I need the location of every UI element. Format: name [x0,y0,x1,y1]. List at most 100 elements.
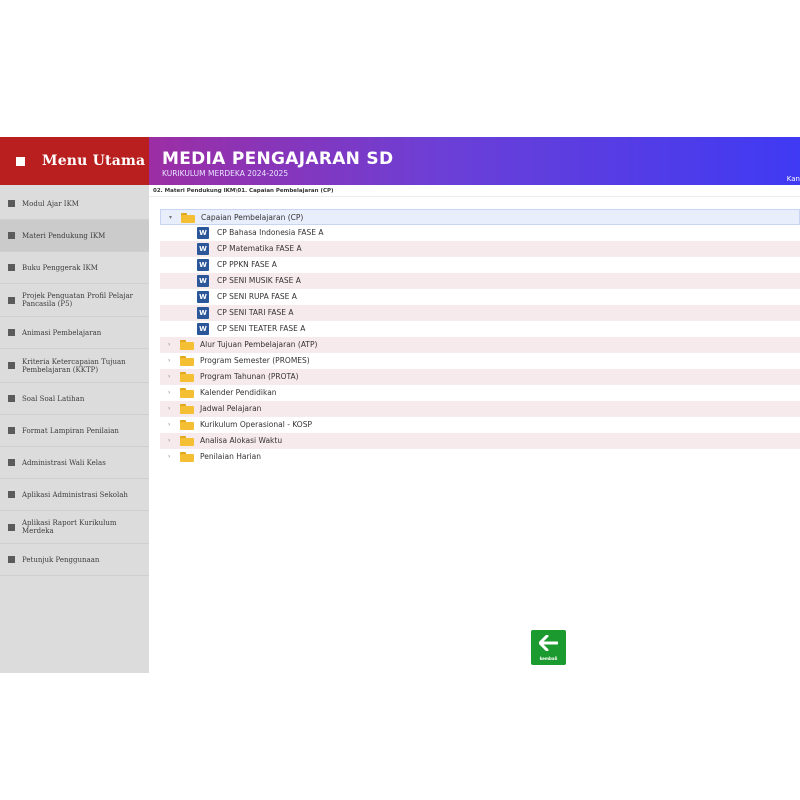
folder-icon [180,372,194,382]
square-bullet-icon [8,523,15,531]
triangle-right-icon[interactable]: › [168,421,170,428]
breadcrumb: 02. Materi Pendukung IKM\01. Capaian Pem… [153,188,334,194]
square-bullet-icon [8,362,15,369]
tree-file[interactable]: W CP Bahasa Indonesia FASE A [160,225,800,241]
tree-folder[interactable]: › Kalender Pendidikan [160,385,800,401]
triangle-right-icon[interactable]: › [168,357,170,364]
tree-folder[interactable]: › Alur Tujuan Pembelajaran (ATP) [160,337,800,353]
folder-icon [180,420,194,430]
tree-item-label: Jadwal Pelajaran [200,404,262,413]
tree-folder[interactable]: › Program Semester (PROMES) [160,353,800,369]
sidebar-item[interactable]: Animasi Pembelajaran [0,317,149,349]
tree-folder[interactable]: › Kurikulum Operasional - KOSP [160,417,800,433]
triangle-right-icon[interactable]: › [168,341,170,348]
sidebar-item[interactable]: Materi Pendukung IKM [0,220,149,252]
folder-icon [180,356,194,366]
sidebar-item-label: Buku Penggerak IKM [22,263,98,272]
sidebar-item[interactable]: Buku Penggerak IKM [0,252,149,284]
sidebar-item-label: Kriteria Ketercapaian Tujuan Pembelajara… [22,357,126,374]
tree-file[interactable]: W CP PPKN FASE A [160,257,800,273]
tree-item-label: CP PPKN FASE A [217,260,277,269]
sidebar-item[interactable]: Aplikasi Administrasi Sekolah [0,479,149,511]
square-bullet-icon [8,427,15,434]
triangle-right-icon[interactable]: › [168,437,170,444]
app-subtitle: KURIKULUM MERDEKA 2024-2025 [162,169,289,178]
square-bullet-icon [8,329,15,336]
back-button-label: kembali [539,656,558,661]
square-bullet-icon [8,232,15,239]
tree-item-label: CP SENI MUSIK FASE A [217,276,301,285]
tree-item-label: CP SENI TARI FASE A [217,308,294,317]
word-doc-icon: W [197,275,209,287]
tree-item-label: Kalender Pendidikan [200,388,277,397]
sidebar-item[interactable]: Kriteria Ketercapaian Tujuan Pembelajara… [0,349,149,383]
folder-icon [180,452,194,462]
menu-title: Menu Utama [42,153,146,169]
sidebar-item[interactable]: Administrasi Wali Kelas [0,447,149,479]
tree-file[interactable]: W CP Matematika FASE A [160,241,800,257]
tree-folder[interactable]: › Jadwal Pelajaran [160,401,800,417]
back-button[interactable]: kembali [531,630,566,665]
file-tree: ▾ Capaian Pembelajaran (CP) W CP Bahasa Ind… [160,209,800,465]
sidebar-item[interactable]: Petunjuk Penggunaan [0,544,149,576]
app-header: MEDIA PENGAJARAN SD KURIKULUM MERDEKA 20… [149,137,800,185]
sidebar-item[interactable]: Aplikasi Raport Kurikulum Merdeka [0,511,149,544]
triangle-right-icon[interactable]: › [168,405,170,412]
breadcrumb-divider [149,196,800,197]
folder-icon [180,436,194,446]
tree-folder[interactable]: › Program Tahunan (PROTA) [160,369,800,385]
tree-folder-expanded[interactable]: ▾ Capaian Pembelajaran (CP) [160,209,800,225]
sidebar-item[interactable]: Modul Ajar IKM [0,188,149,220]
sidebar-item-label: Petunjuk Penggunaan [22,555,100,564]
tree-item-label: Capaian Pembelajaran (CP) [201,213,304,222]
tree-item-label: CP Matematika FASE A [217,244,302,253]
square-bullet-icon [8,491,15,498]
square-bullet-icon [8,200,15,207]
sidebar-item-label: Administrasi Wali Kelas [22,458,106,467]
triangle-down-icon[interactable]: ▾ [169,214,172,221]
triangle-right-icon[interactable]: › [168,453,170,460]
square-bullet-icon [8,395,15,402]
tree-file[interactable]: W CP SENI MUSIK FASE A [160,273,800,289]
sidebar-item[interactable]: Projek Penguatan Profil Pelajar Pancasil… [0,284,149,317]
word-doc-icon: W [197,227,209,239]
folder-icon [180,340,194,350]
sidebar-item-label: Aplikasi Administrasi Sekolah [22,490,128,499]
tree-item-label: Program Semester (PROMES) [200,356,310,365]
tree-file[interactable]: W CP SENI TARI FASE A [160,305,800,321]
triangle-right-icon[interactable]: › [168,373,170,380]
tree-folder[interactable]: › Analisa Alokasi Waktu [160,433,800,449]
menu-square-icon [16,156,25,166]
sidebar-item[interactable]: Soal Soal Latihan [0,383,149,415]
folder-icon [181,213,195,223]
sidebar-item-label: Materi Pendukung IKM [22,231,106,240]
word-doc-icon: W [197,307,209,319]
tree-folder[interactable]: › Penilaian Harian [160,449,800,465]
square-bullet-icon [8,264,15,271]
sidebar-menu: Modul Ajar IKM Materi Pendukung IKM Buku P… [0,188,149,576]
sidebar-item[interactable]: Format Lampiran Penilaian [0,415,149,447]
tree-item-label: CP Bahasa Indonesia FASE A [217,228,324,237]
tree-item-label: Kurikulum Operasional - KOSP [200,420,312,429]
app-title: MEDIA PENGAJARAN SD [162,149,394,169]
app-window: Menu Utama Modul Ajar IKM Materi Pendukun… [0,137,800,673]
sidebar-item-label: Projek Penguatan Profil Pelajar Pancasil… [22,292,134,308]
tree-item-label: CP SENI RUPA FASE A [217,292,297,301]
square-bullet-icon [8,556,15,563]
menu-header: Menu Utama [0,137,149,185]
folder-icon [180,404,194,414]
tree-item-label: Alur Tujuan Pembelajaran (ATP) [200,340,318,349]
sidebar-item-label: Format Lampiran Penilaian [22,426,119,435]
tree-item-label: CP SENI TEATER FASE A [217,324,306,333]
word-doc-icon: W [197,243,209,255]
sidebar-item-label: Animasi Pembelajaran [22,328,102,337]
word-doc-icon: W [197,259,209,271]
sidebar-item-label: Aplikasi Raport Kurikulum Merdeka [22,519,117,535]
tree-file[interactable]: W CP SENI TEATER FASE A [160,321,800,337]
tree-item-label: Program Tahunan (PROTA) [200,372,299,381]
square-bullet-icon [8,459,15,466]
triangle-right-icon[interactable]: › [168,389,170,396]
header-right-text: Kan [786,175,800,183]
folder-icon [180,388,194,398]
tree-file[interactable]: W CP SENI RUPA FASE A [160,289,800,305]
